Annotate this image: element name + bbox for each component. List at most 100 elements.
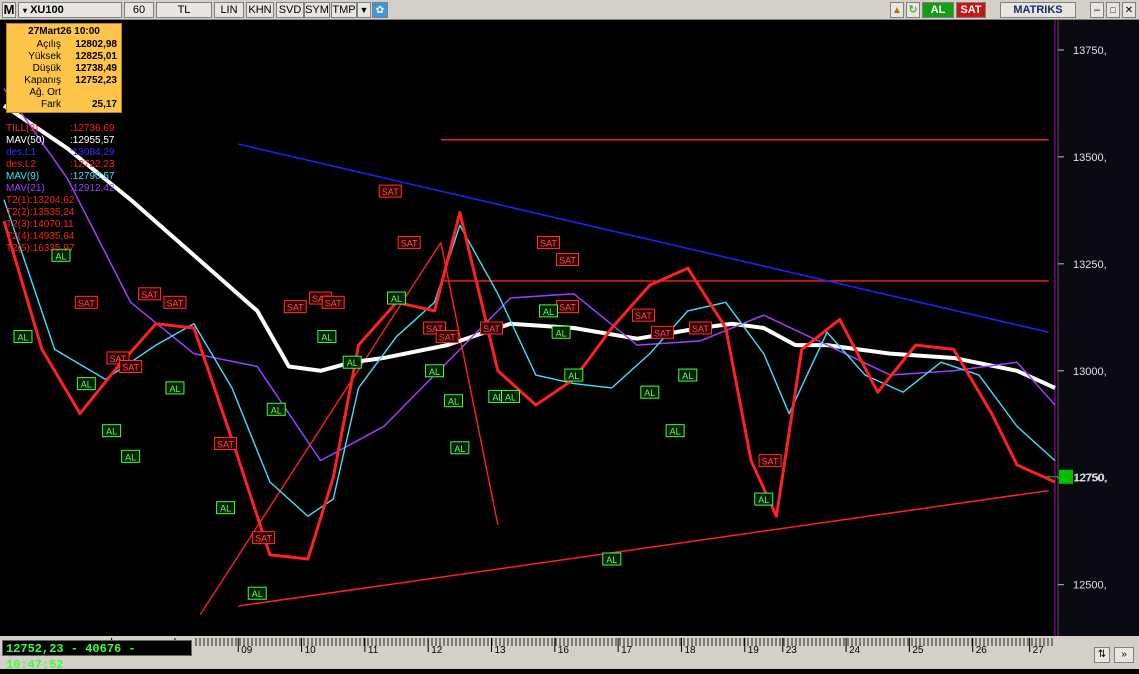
x-tick-label: 19	[748, 645, 760, 656]
indicator-name: des.L2	[6, 159, 37, 170]
sell-signal-label: SAT	[635, 311, 652, 321]
indicator-legend-item[interactable]: MAV(9):12790,57	[6, 171, 115, 182]
indicator-legend-item[interactable]: MAV(50):12955,57	[6, 135, 115, 146]
x-tick-label: 23	[786, 645, 798, 656]
buy-signal-label: AL	[644, 388, 655, 398]
indicator-name: MAV(21)	[6, 183, 45, 194]
y-tick-label: 13750,	[1073, 45, 1107, 57]
indicator-legend-item[interactable]: des.L1:13084,29	[6, 147, 115, 158]
x-tick-label: 26	[976, 645, 988, 656]
series-line-des-l1	[238, 143, 1049, 334]
close-button[interactable]: ✕	[1122, 2, 1136, 18]
indicator-name: MAV(9)	[6, 171, 40, 182]
x-tick-label: 10	[305, 645, 317, 656]
info-value: 12802,98	[75, 39, 117, 50]
buy-signal-label: AL	[125, 452, 136, 462]
x-tick-label: 11	[368, 645, 379, 656]
chart-toolbar: M ▾ XU100 60 TL LIN KHN SVD SYM TMP ▼ ✿ …	[0, 0, 1139, 20]
sell-signal-label: SAT	[540, 238, 557, 248]
indicator-legend-item[interactable]: T2(4):14935,64	[6, 231, 75, 242]
info-row-high: Yüksek 12825,01	[7, 51, 121, 63]
twitter-icon: ✿	[375, 5, 385, 16]
info-label: Ağ. Ort	[29, 87, 61, 98]
buy-signal-label: AL	[454, 444, 465, 454]
indicator-legend-item[interactable]: TILL(3):12736,69	[6, 123, 115, 134]
sell-signal-label: SAT	[255, 534, 272, 544]
indicator-legend-item[interactable]: T2(5):16335,97	[6, 243, 75, 254]
buy-signal-label: AL	[682, 371, 693, 381]
info-label: Açılış	[36, 39, 61, 50]
sell-signal-label: SAT	[439, 333, 456, 343]
x-tick-label: 09	[241, 645, 253, 656]
indicator-value: :13084,29	[70, 147, 115, 158]
info-row-change: Fark 25,17	[7, 99, 121, 111]
chart-template-button[interactable]: TMP	[331, 2, 357, 18]
buy-signal-label: AL	[391, 294, 402, 304]
trend-line	[440, 242, 499, 525]
alarm-button[interactable]: ▲	[890, 2, 904, 18]
currency-selector[interactable]: TL	[156, 2, 212, 18]
sell-signal-label: SAT	[401, 238, 418, 248]
sell-signal-label: SAT	[217, 440, 234, 450]
indicator-legend-item[interactable]: T2(3):14070,11	[6, 219, 74, 230]
nav-button[interactable]: ⇅	[1094, 647, 1110, 663]
matriks-logo-button[interactable]: M	[2, 2, 16, 18]
symbol-selector[interactable]: ▾ XU100	[18, 2, 122, 18]
buy-signal-label: AL	[758, 495, 769, 505]
ohlc-info-box: 27Mart26 10:00 Açılış 12802,98 Yüksek 12…	[6, 23, 122, 113]
chart-volume-button[interactable]: SVD	[276, 2, 304, 18]
buy-signal-label: AL	[568, 371, 579, 381]
period-selector[interactable]: 60	[124, 2, 154, 18]
buy-signal-label: AL	[429, 367, 440, 377]
refresh-button[interactable]: ↻	[906, 2, 920, 18]
template-dropdown-button[interactable]: ▼	[357, 2, 371, 18]
sell-signal-label: SAT	[325, 298, 342, 308]
y-tick-label: 12500,	[1073, 580, 1107, 592]
buy-signal-label: AL	[670, 427, 681, 437]
nav-forward-button[interactable]: »	[1114, 647, 1134, 663]
indicator-legend-item[interactable]: des.L2:12722,23	[6, 159, 115, 170]
al-buy-button[interactable]: AL	[922, 2, 954, 18]
info-row-weighted-avg: Ağ. Ort	[7, 87, 121, 99]
indicator-name: T2(4):14935,64	[6, 231, 75, 242]
indicator-value: :12955,57	[70, 135, 115, 146]
info-value: 25,17	[91, 99, 117, 110]
last-price-status: 12752,23 - 40676 - 10:47:52	[2, 640, 192, 672]
info-row-low: Düşük 12738,49	[7, 63, 121, 75]
indicator-value: :12912,42	[70, 183, 115, 194]
chart-symbol-button[interactable]: SYM	[304, 2, 330, 18]
symbol-dropdown-icon: ▾	[23, 6, 28, 15]
series-line-mav-50-	[2, 103, 1056, 390]
buy-signal-label: AL	[543, 307, 554, 317]
indicator-legend-item[interactable]: T2(1):13204,62	[6, 195, 74, 206]
twitter-share-button[interactable]: ✿	[372, 2, 388, 18]
indicator-name: T2(5):16335,97	[6, 243, 75, 254]
sat-sell-button[interactable]: SAT	[956, 2, 986, 18]
info-value: 12825,01	[75, 51, 117, 62]
x-tick-label: 18	[684, 645, 696, 656]
info-row-close: Kapanış 12752,23	[7, 75, 121, 87]
info-label: Yüksek	[28, 51, 61, 62]
sell-signal-label: SAT	[78, 298, 95, 308]
minimize-icon: –	[1093, 4, 1101, 16]
sell-signal-label: SAT	[382, 187, 399, 197]
y-tick-label: 13250,	[1073, 259, 1107, 271]
indicator-legend-item[interactable]: T2(2):13535,24	[6, 207, 74, 218]
maximize-button[interactable]: □	[1106, 2, 1120, 18]
sell-signal-label: SAT	[483, 324, 500, 334]
chart-line-button[interactable]: LIN	[214, 2, 244, 18]
price-chart[interactable]: 12500, 12750, 13000, 13250, 13500, 13750, 1275…	[0, 20, 1139, 636]
x-tick-label: 25	[912, 645, 924, 656]
indicator-legend-item[interactable]: MAV(21) :12912,42	[6, 183, 115, 194]
minimize-button[interactable]: –	[1090, 2, 1104, 18]
chevron-down-icon: ▼	[359, 5, 369, 15]
info-label: Kapanış	[24, 75, 61, 86]
sell-signal-label: SAT	[559, 303, 576, 313]
info-value: 12738,49	[75, 63, 117, 74]
sell-signal-label: SAT	[692, 324, 709, 334]
buy-signal-label: AL	[347, 358, 358, 368]
y-tick-label: 13000,	[1073, 366, 1107, 378]
symbol-label: XU100	[30, 4, 64, 16]
chart-candle-button[interactable]: KHN	[246, 2, 274, 18]
buy-signal-label: AL	[448, 397, 459, 407]
